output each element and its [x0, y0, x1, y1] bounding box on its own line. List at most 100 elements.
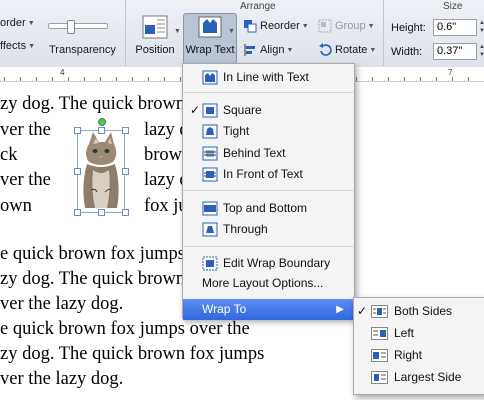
rotate-button[interactable]: Rotate ▼	[318, 43, 376, 57]
menu-item-in-line-with-text[interactable]: In Line with Text	[183, 67, 354, 88]
resize-handle[interactable]	[98, 127, 105, 134]
reorder-icon	[244, 20, 257, 33]
menu-item-wrap-to[interactable]: Wrap To ▶	[183, 299, 354, 320]
ribbon: Arrange Size order ▼ ffects ▼ Transparency…	[0, 0, 484, 68]
edit-boundary-icon	[202, 256, 218, 271]
reorder-button[interactable]: Reorder ▼	[243, 19, 309, 33]
tight-wrap-icon	[202, 124, 218, 139]
menu-item-behind-text[interactable]: Behind Text	[183, 143, 354, 164]
text-line: ck	[0, 145, 18, 165]
height-label: Height:	[391, 22, 426, 34]
height-field[interactable]: 0.6"	[433, 19, 477, 36]
left-side-icon	[371, 327, 388, 340]
ruler-tick	[404, 77, 405, 81]
align-button[interactable]: Align ▼	[243, 43, 293, 57]
checkmark-icon: ✓	[190, 103, 201, 117]
menu-item-in-front-of-text[interactable]: In Front of Text	[183, 164, 354, 185]
submenu-item-left[interactable]: Left	[354, 323, 484, 344]
transparency-label: Transparency	[49, 44, 116, 56]
group-button[interactable]: Group ▼	[318, 19, 375, 33]
wrap-to-submenu: ✓ Both Sides Left Right Largest Side	[353, 297, 484, 395]
width-label: Width:	[391, 46, 423, 58]
right-side-icon	[371, 349, 388, 362]
square-wrap-icon	[202, 103, 218, 118]
through-wrap-icon	[202, 222, 218, 237]
resize-handle[interactable]	[74, 127, 81, 134]
ruler-tick	[452, 77, 453, 81]
resize-handle[interactable]	[74, 168, 81, 175]
position-dropdown-arrow[interactable]: ▼	[174, 28, 181, 35]
resize-handle[interactable]	[122, 168, 129, 175]
ruler-tick	[388, 77, 389, 81]
transparency-slider[interactable]	[48, 20, 108, 34]
width-field[interactable]: 0.37"	[433, 43, 477, 60]
submenu-item-both-sides[interactable]: ✓ Both Sides	[354, 301, 484, 322]
both-sides-icon	[371, 305, 388, 318]
effects-button[interactable]: ffects ▼	[0, 40, 35, 52]
position-icon	[142, 15, 168, 39]
position-label: Position	[135, 44, 175, 56]
ruler-tick	[180, 77, 181, 81]
arrange-group-title: Arrange	[240, 1, 276, 12]
submenu-arrow-icon: ▶	[336, 304, 344, 315]
menu-item-tight[interactable]: Tight	[183, 121, 354, 142]
ruler-tick	[20, 77, 21, 81]
submenu-item-right[interactable]: Right	[354, 345, 484, 366]
ruler-tick	[84, 77, 85, 81]
resize-handle[interactable]	[122, 209, 129, 216]
ruler-mark: 4	[60, 68, 65, 77]
ruler-tick	[372, 77, 373, 81]
resize-handle[interactable]	[98, 209, 105, 216]
checkmark-icon: ✓	[357, 304, 368, 318]
ruler-tick	[164, 77, 165, 81]
ruler-tick	[148, 77, 149, 81]
menu-separator	[183, 246, 354, 247]
largest-side-icon	[371, 371, 388, 384]
text-line: own	[0, 196, 32, 216]
group-divider	[125, 0, 126, 66]
ruler-tick	[116, 77, 117, 81]
menu-separator	[183, 92, 354, 93]
menu-item-square[interactable]: ✓ Square	[183, 100, 354, 121]
height-stepper[interactable]: ▲ ▼	[477, 19, 484, 36]
position-button[interactable]: Position	[135, 15, 175, 56]
ruler-tick	[132, 77, 133, 81]
ruler-tick	[100, 77, 101, 81]
size-group-title: Size	[443, 1, 463, 12]
wrap-text-dropdown-arrow[interactable]: ▼	[228, 28, 235, 35]
text-line: ver the lazy dog.	[0, 294, 124, 314]
ruler-tick	[4, 77, 5, 81]
in-front-text-icon	[202, 167, 218, 182]
menu-item-through[interactable]: Through	[183, 219, 354, 240]
align-icon	[244, 44, 255, 56]
wrap-text-menu: In Line with Text ✓ Square Tight Behind …	[182, 63, 355, 320]
inline-wrap-icon	[202, 70, 218, 85]
menu-item-edit-wrap-boundary[interactable]: Edit Wrap Boundary	[183, 253, 354, 274]
rotation-handle[interactable]	[98, 118, 106, 126]
transparency-slider-thumb[interactable]	[67, 20, 75, 34]
text-line: ver the	[0, 170, 51, 190]
ruler-tick	[68, 77, 69, 81]
width-stepper[interactable]: ▲ ▼	[477, 43, 484, 60]
menu-item-top-and-bottom[interactable]: Top and Bottom	[183, 198, 354, 219]
ruler-tick	[468, 77, 469, 81]
menu-item-more-layout-options[interactable]: More Layout Options...	[183, 273, 354, 294]
group-divider	[383, 0, 384, 66]
menu-separator	[183, 190, 354, 191]
text-line: zy dog. The quick brown fox jumps	[0, 344, 265, 364]
ruler-tick	[36, 77, 37, 81]
resize-handle[interactable]	[74, 209, 81, 216]
wrap-text-button[interactable]: Wrap Text	[183, 15, 237, 56]
order-button[interactable]: order ▼	[0, 17, 35, 29]
ruler-tick	[356, 77, 357, 81]
ruler-mark: 7	[448, 68, 453, 77]
resize-handle[interactable]	[122, 127, 129, 134]
text-line: ver the	[0, 120, 51, 140]
ruler-tick	[52, 77, 53, 81]
picture-selection-frame	[77, 130, 125, 213]
rotate-icon	[319, 43, 332, 56]
wrap-text-label: Wrap Text	[185, 44, 235, 56]
submenu-item-largest-side[interactable]: Largest Side	[354, 367, 484, 388]
text-line: e quick brown fox jumps over the	[0, 319, 250, 339]
group-icon	[318, 19, 332, 33]
